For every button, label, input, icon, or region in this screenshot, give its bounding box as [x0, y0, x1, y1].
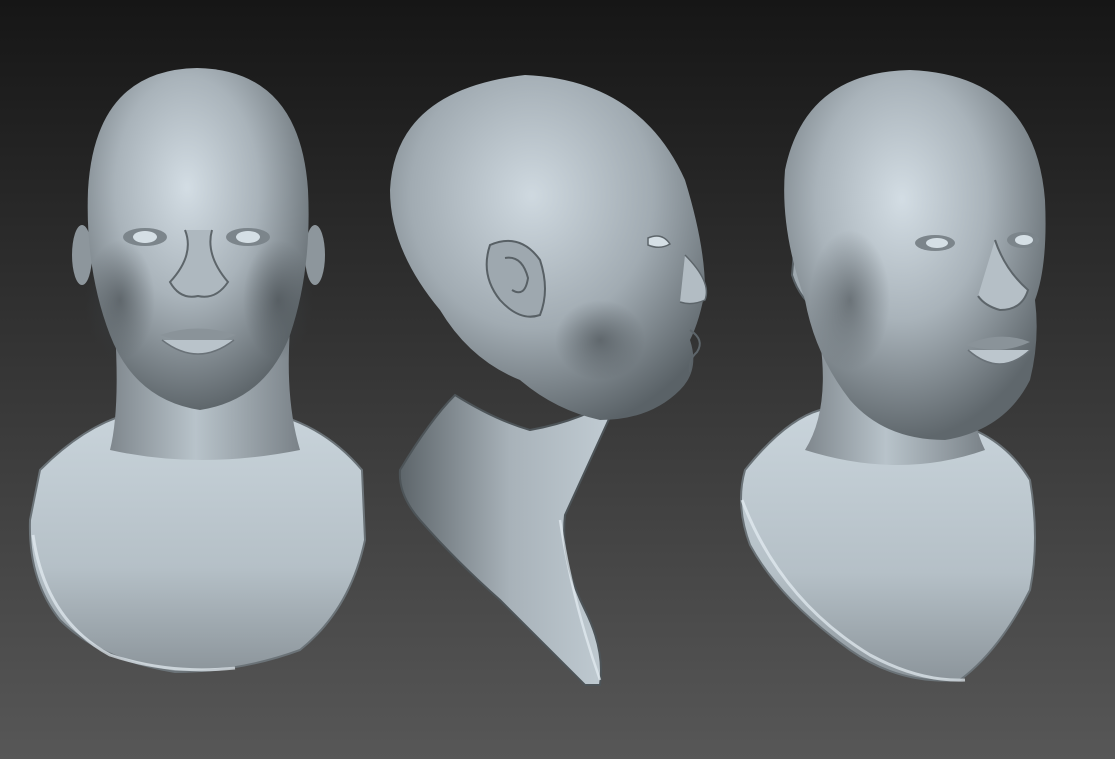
- viewport-background: [0, 0, 1115, 759]
- sculpt-viewport[interactable]: [0, 0, 1115, 759]
